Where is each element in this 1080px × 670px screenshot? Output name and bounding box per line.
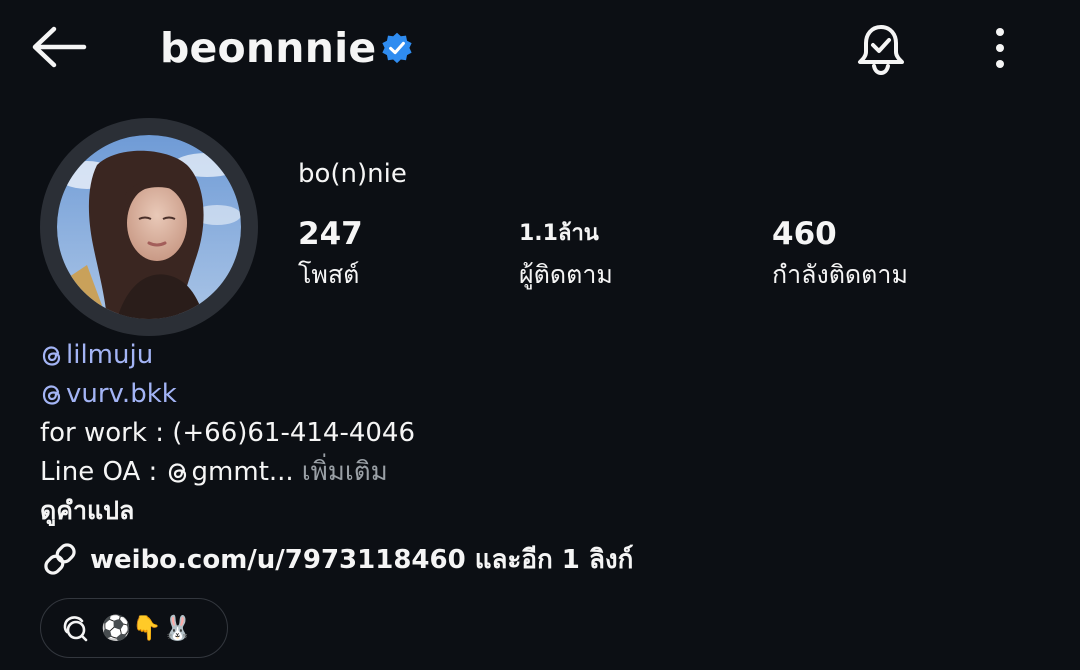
posts-label: โพสต์: [298, 260, 360, 289]
followers-count: 1.1ล้าน: [519, 221, 599, 246]
threads-at-icon: [42, 345, 61, 366]
see-more-link[interactable]: เพิ่มเติม: [302, 453, 388, 492]
threads-badge-button[interactable]: ⚽👇🐰: [40, 598, 228, 658]
line-oa-prefix: Line OA :: [40, 457, 166, 487]
mention-lilmuju-text: lilmuju: [66, 340, 154, 370]
more-vertical-icon-dot: [996, 60, 1004, 68]
bell-check-icon: [858, 25, 904, 76]
threads-emojis: ⚽👇🐰: [101, 614, 194, 642]
mention-lilmuju[interactable]: lilmuju: [40, 336, 415, 375]
profile-avatar[interactable]: [40, 118, 258, 336]
mention-vurv-text: vurv.bkk: [66, 379, 177, 409]
back-button[interactable]: [28, 24, 90, 70]
profile-link[interactable]: weibo.com/u/7973118460 และอีก 1 ลิงก์: [40, 536, 633, 582]
display-name: bo(n)nie: [298, 159, 407, 189]
threads-at-icon: [168, 462, 186, 483]
threads-at-icon: [42, 384, 61, 405]
stat-followers[interactable]: 1.1ล้าน ผู้ติดตาม: [519, 212, 613, 294]
bio-line-oa: Line OA : gmmt... เพิ่มเติม: [40, 453, 415, 492]
verified-badge-icon: [382, 32, 412, 64]
notification-bell-button[interactable]: [853, 20, 909, 78]
bio-work-line: for work : (+66)61-414-4046: [40, 418, 416, 448]
more-vertical-icon-dot: [996, 28, 1004, 36]
profile-username: beonnnie: [160, 24, 377, 72]
arrow-left-icon: [32, 26, 87, 68]
following-label: กำลังติดตาม: [772, 260, 908, 289]
link-icon: [44, 543, 76, 575]
following-count: 460: [772, 216, 837, 252]
threads-icon: [63, 616, 88, 642]
line-oa-handle: gmmt...: [191, 457, 294, 487]
avatar-photo: [57, 135, 241, 319]
stat-posts[interactable]: 247 โพสต์: [298, 212, 363, 294]
more-vertical-icon-dot: [996, 44, 1004, 52]
profile-link-text: weibo.com/u/7973118460 และอีก 1 ลิงก์: [90, 544, 634, 575]
profile-screen: beonnnie bo(n)nie 247 โพสต์ 1.1ล้าน ผู้ต…: [0, 0, 1080, 670]
stat-following[interactable]: 460 กำลังติดตาม: [772, 212, 908, 294]
posts-count: 247: [298, 216, 363, 252]
mention-vurv[interactable]: vurv.bkk: [40, 375, 415, 414]
followers-label: ผู้ติดตาม: [519, 260, 613, 289]
more-options-button[interactable]: [980, 22, 1020, 74]
bio: lilmuju vurv.bkk for work : (+66)61-414-…: [40, 336, 415, 492]
see-translation-button[interactable]: ดูคำแปล: [40, 492, 134, 530]
